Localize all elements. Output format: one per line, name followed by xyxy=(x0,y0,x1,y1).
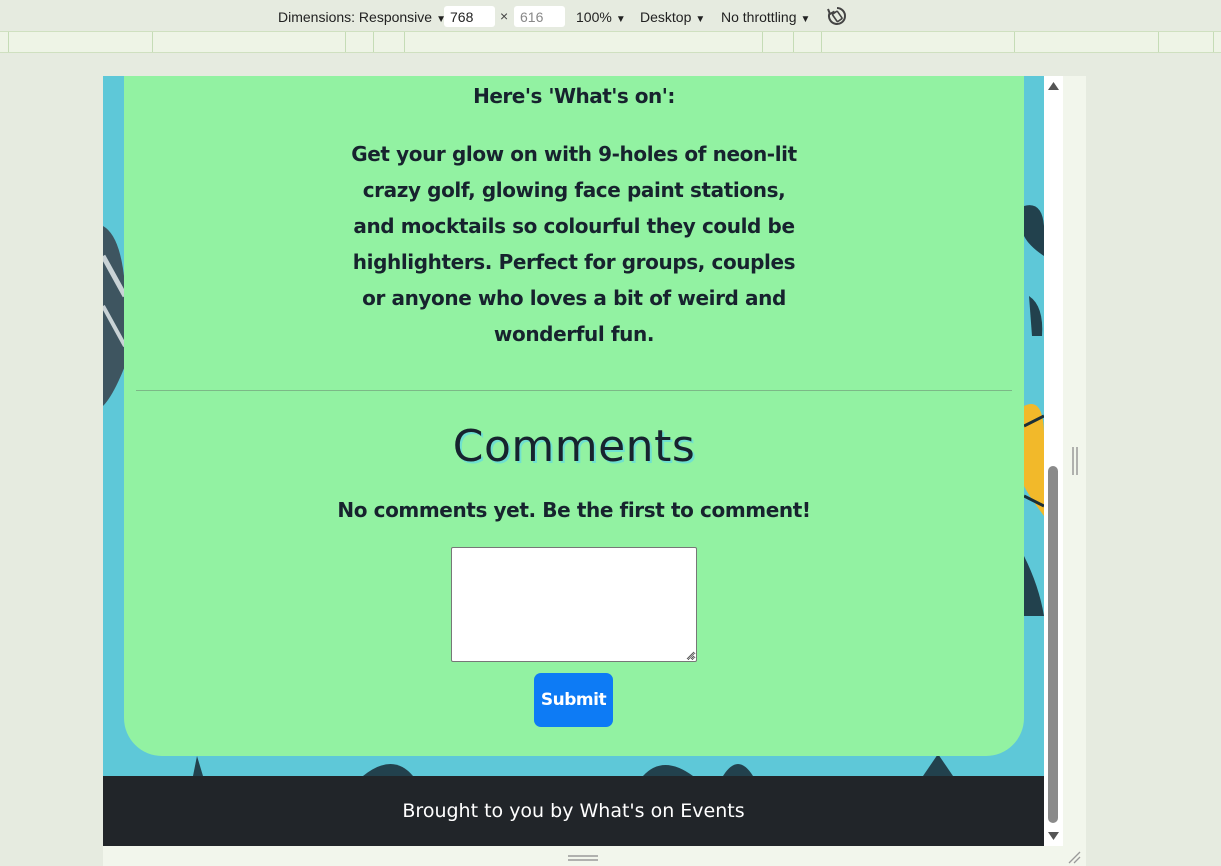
resize-handle-right-icon[interactable] xyxy=(1071,447,1079,475)
site-footer: Brought to you by What's on Events xyxy=(103,776,1044,846)
event-description: Get your glow on with 9-holes of neon-li… xyxy=(351,142,797,346)
background-illustration-right xyxy=(1024,205,1044,616)
divider xyxy=(136,390,1012,391)
resize-handle-bottom-icon[interactable] xyxy=(568,855,598,861)
scroll-down-arrow-icon[interactable] xyxy=(1047,831,1060,841)
scroll-up-arrow-icon[interactable] xyxy=(1047,81,1060,91)
no-comments-message: No comments yet. Be the first to comment… xyxy=(337,498,811,522)
device-dropdown[interactable]: Desktop ▼ xyxy=(640,8,705,29)
ruler-segment[interactable] xyxy=(1158,32,1159,52)
whats-on-heading: Here's 'What's on': xyxy=(473,84,675,108)
page-viewport: Here's 'What's on': Get your glow on wit… xyxy=(103,76,1044,846)
ruler-segment[interactable] xyxy=(345,32,346,52)
event-card: Here's 'What's on': Get your glow on wit… xyxy=(124,76,1024,756)
zoom-dropdown[interactable]: 100% ▼ xyxy=(576,8,626,29)
ruler-segment[interactable] xyxy=(8,32,9,52)
ruler-segment[interactable] xyxy=(821,32,822,52)
scroll-thumb[interactable] xyxy=(1048,466,1058,823)
resize-corner-icon[interactable] xyxy=(1067,850,1081,864)
throttling-dropdown[interactable]: No throttling ▼ xyxy=(721,8,810,29)
width-input[interactable] xyxy=(444,6,495,27)
devtools-toolbar: Dimensions: Responsive▼ × 100%▼ Desktop▼… xyxy=(0,0,1221,31)
ruler-segment[interactable] xyxy=(793,32,794,52)
ruler-segment[interactable] xyxy=(1213,32,1214,52)
resize-grip-icon[interactable] xyxy=(686,651,695,660)
dimensions-label: Dimensions: Responsive xyxy=(278,9,433,25)
rotate-icon[interactable] xyxy=(826,5,848,27)
chevron-down-icon: ▼ xyxy=(800,14,811,25)
ruler-segment[interactable] xyxy=(152,32,153,52)
times-sign: × xyxy=(500,8,509,24)
dimensions-dropdown[interactable]: Dimensions: Responsive ▼ xyxy=(278,8,446,29)
zoom-label: 100% xyxy=(576,9,612,25)
chevron-down-icon: ▼ xyxy=(615,14,626,25)
ruler-segment[interactable] xyxy=(1014,32,1015,52)
throttling-label: No throttling xyxy=(721,9,797,25)
vertical-scrollbar[interactable] xyxy=(1044,76,1063,846)
media-query-ruler xyxy=(0,31,1221,53)
ruler-segment[interactable] xyxy=(762,32,763,52)
footer-text: Brought to you by What's on Events xyxy=(402,800,745,822)
comments-title: Comments xyxy=(452,421,696,472)
chevron-down-icon: ▼ xyxy=(695,14,706,25)
ruler-segment[interactable] xyxy=(373,32,374,52)
submit-button[interactable]: Submit xyxy=(534,673,613,727)
height-input[interactable] xyxy=(514,6,565,27)
background-illustration-left xyxy=(103,226,125,406)
ruler-segment[interactable] xyxy=(404,32,405,52)
device-label: Desktop xyxy=(640,9,692,25)
comment-textarea[interactable] xyxy=(451,547,697,662)
